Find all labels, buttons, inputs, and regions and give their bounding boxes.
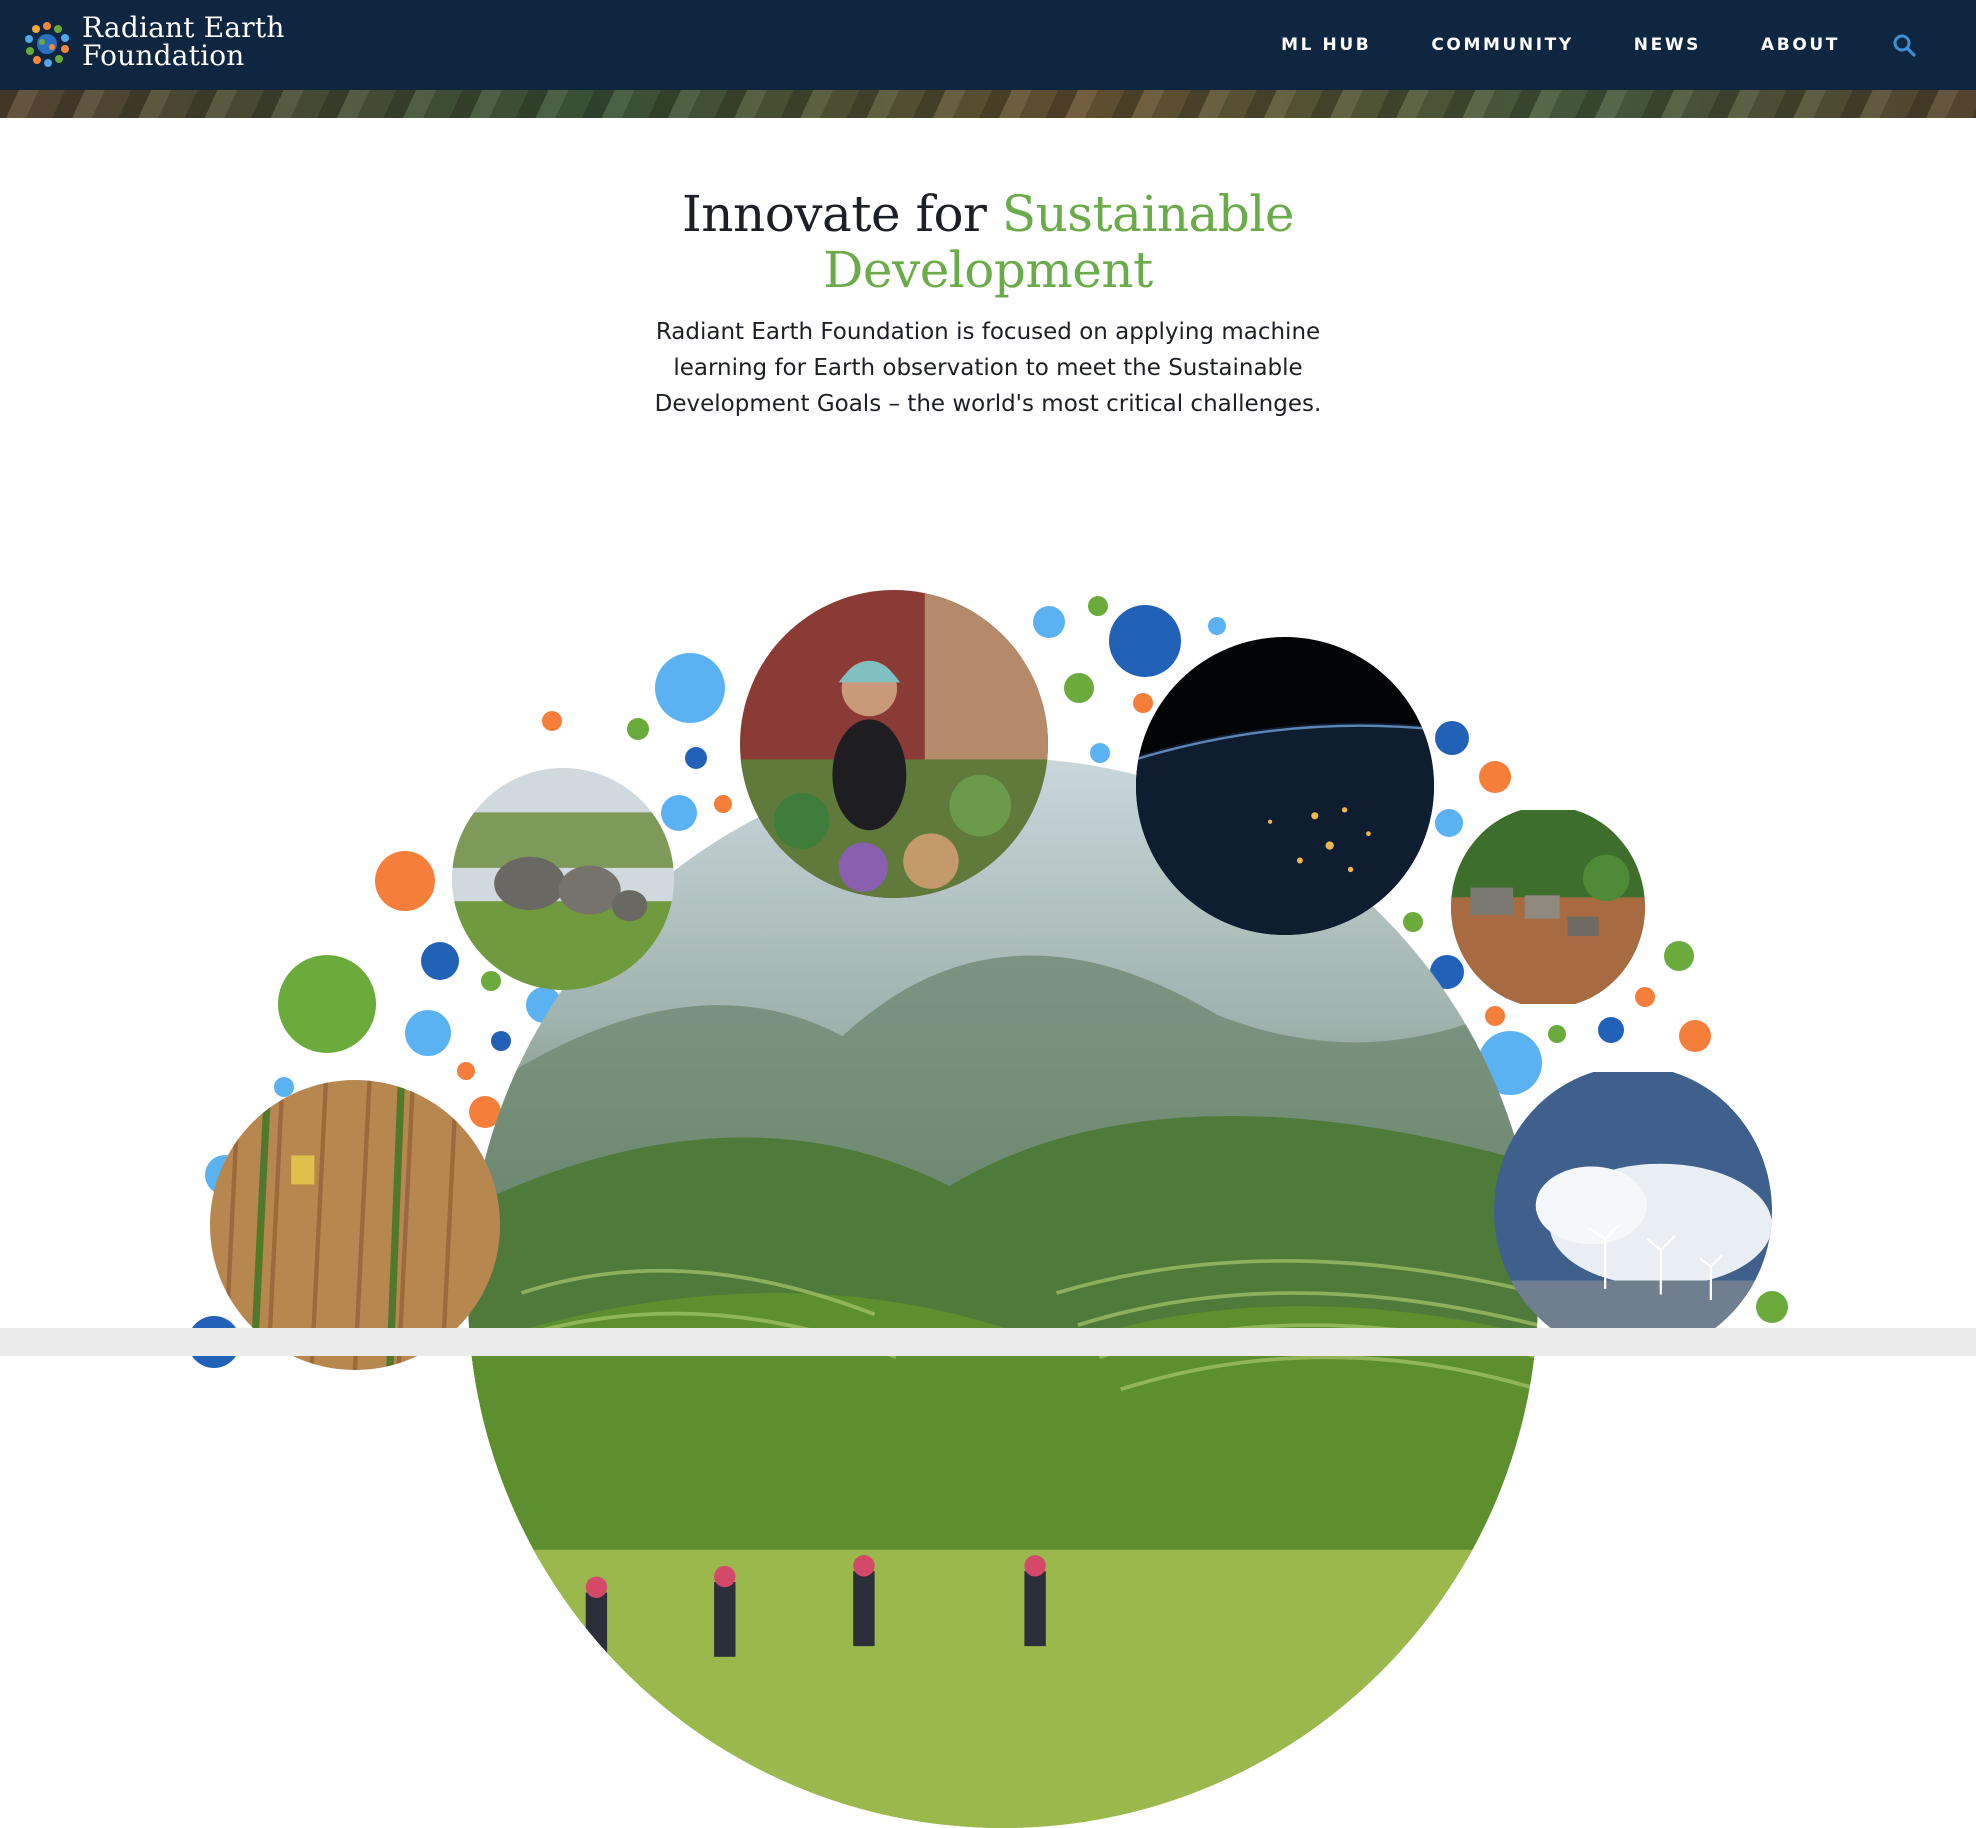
decor-dot xyxy=(685,747,707,769)
decor-dot xyxy=(481,971,501,991)
page-bottom-edge xyxy=(0,1328,1976,1356)
decor-dot xyxy=(421,942,459,980)
rural-village-photo xyxy=(1451,810,1645,1004)
decor-dot xyxy=(1548,1025,1566,1043)
decor-dot xyxy=(1090,743,1110,763)
decor-dot xyxy=(1756,1291,1788,1323)
decor-dot xyxy=(1088,596,1108,616)
sdg-photo-collage xyxy=(0,0,1976,1828)
decor-dot xyxy=(1109,605,1181,677)
decor-dot xyxy=(375,851,435,911)
decor-dot xyxy=(1435,809,1463,837)
girl-at-vegetable-market-photo xyxy=(740,590,1048,898)
decor-dot xyxy=(1485,1006,1505,1026)
decor-dot xyxy=(655,653,725,723)
elephants-photo xyxy=(452,768,674,990)
harvester-wheat-field-photo xyxy=(210,1080,500,1370)
decor-dot xyxy=(1403,912,1423,932)
decor-dot xyxy=(1598,1017,1624,1043)
wind-turbines-clouds-photo xyxy=(1494,1072,1772,1350)
decor-dot xyxy=(278,955,376,1053)
decor-dot xyxy=(627,718,649,740)
decor-dot xyxy=(1064,673,1094,703)
decor-dot xyxy=(1133,693,1153,713)
decor-dot xyxy=(491,1031,511,1051)
decor-dot xyxy=(405,1010,451,1056)
decor-dot xyxy=(1635,987,1655,1007)
decor-dot xyxy=(1033,606,1065,638)
decor-dot xyxy=(457,1062,475,1080)
decor-dot xyxy=(714,795,732,813)
decor-dot xyxy=(1208,617,1226,635)
decor-dot xyxy=(1435,721,1469,755)
decor-dot xyxy=(542,711,562,731)
decor-dot xyxy=(661,795,697,831)
decor-dot xyxy=(1679,1020,1711,1052)
decor-dot xyxy=(1664,941,1694,971)
earth-night-lights-photo xyxy=(1136,637,1434,935)
decor-dot xyxy=(1479,761,1511,793)
